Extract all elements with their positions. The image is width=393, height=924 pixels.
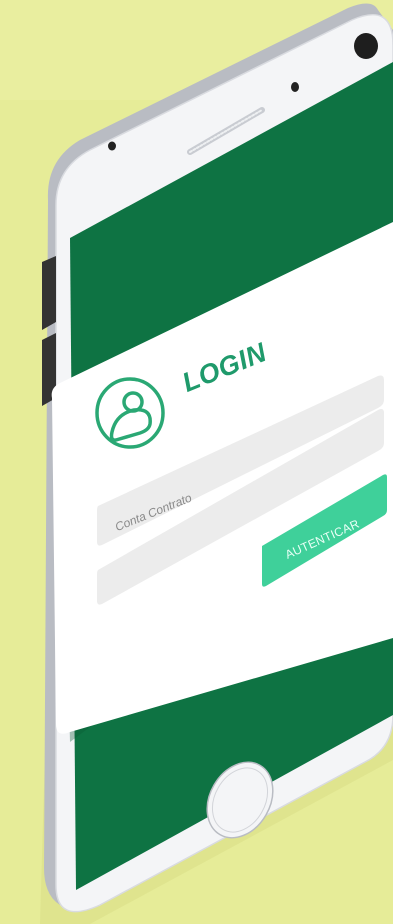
volume-up-button [42, 256, 56, 330]
sensor-dot [291, 82, 299, 92]
illustration [0, 0, 393, 924]
phone-scene: LOGIN Conta Contrato AUTENTICAR [0, 0, 393, 924]
sensor-dot-left [108, 141, 116, 151]
front-camera-icon [354, 33, 378, 59]
